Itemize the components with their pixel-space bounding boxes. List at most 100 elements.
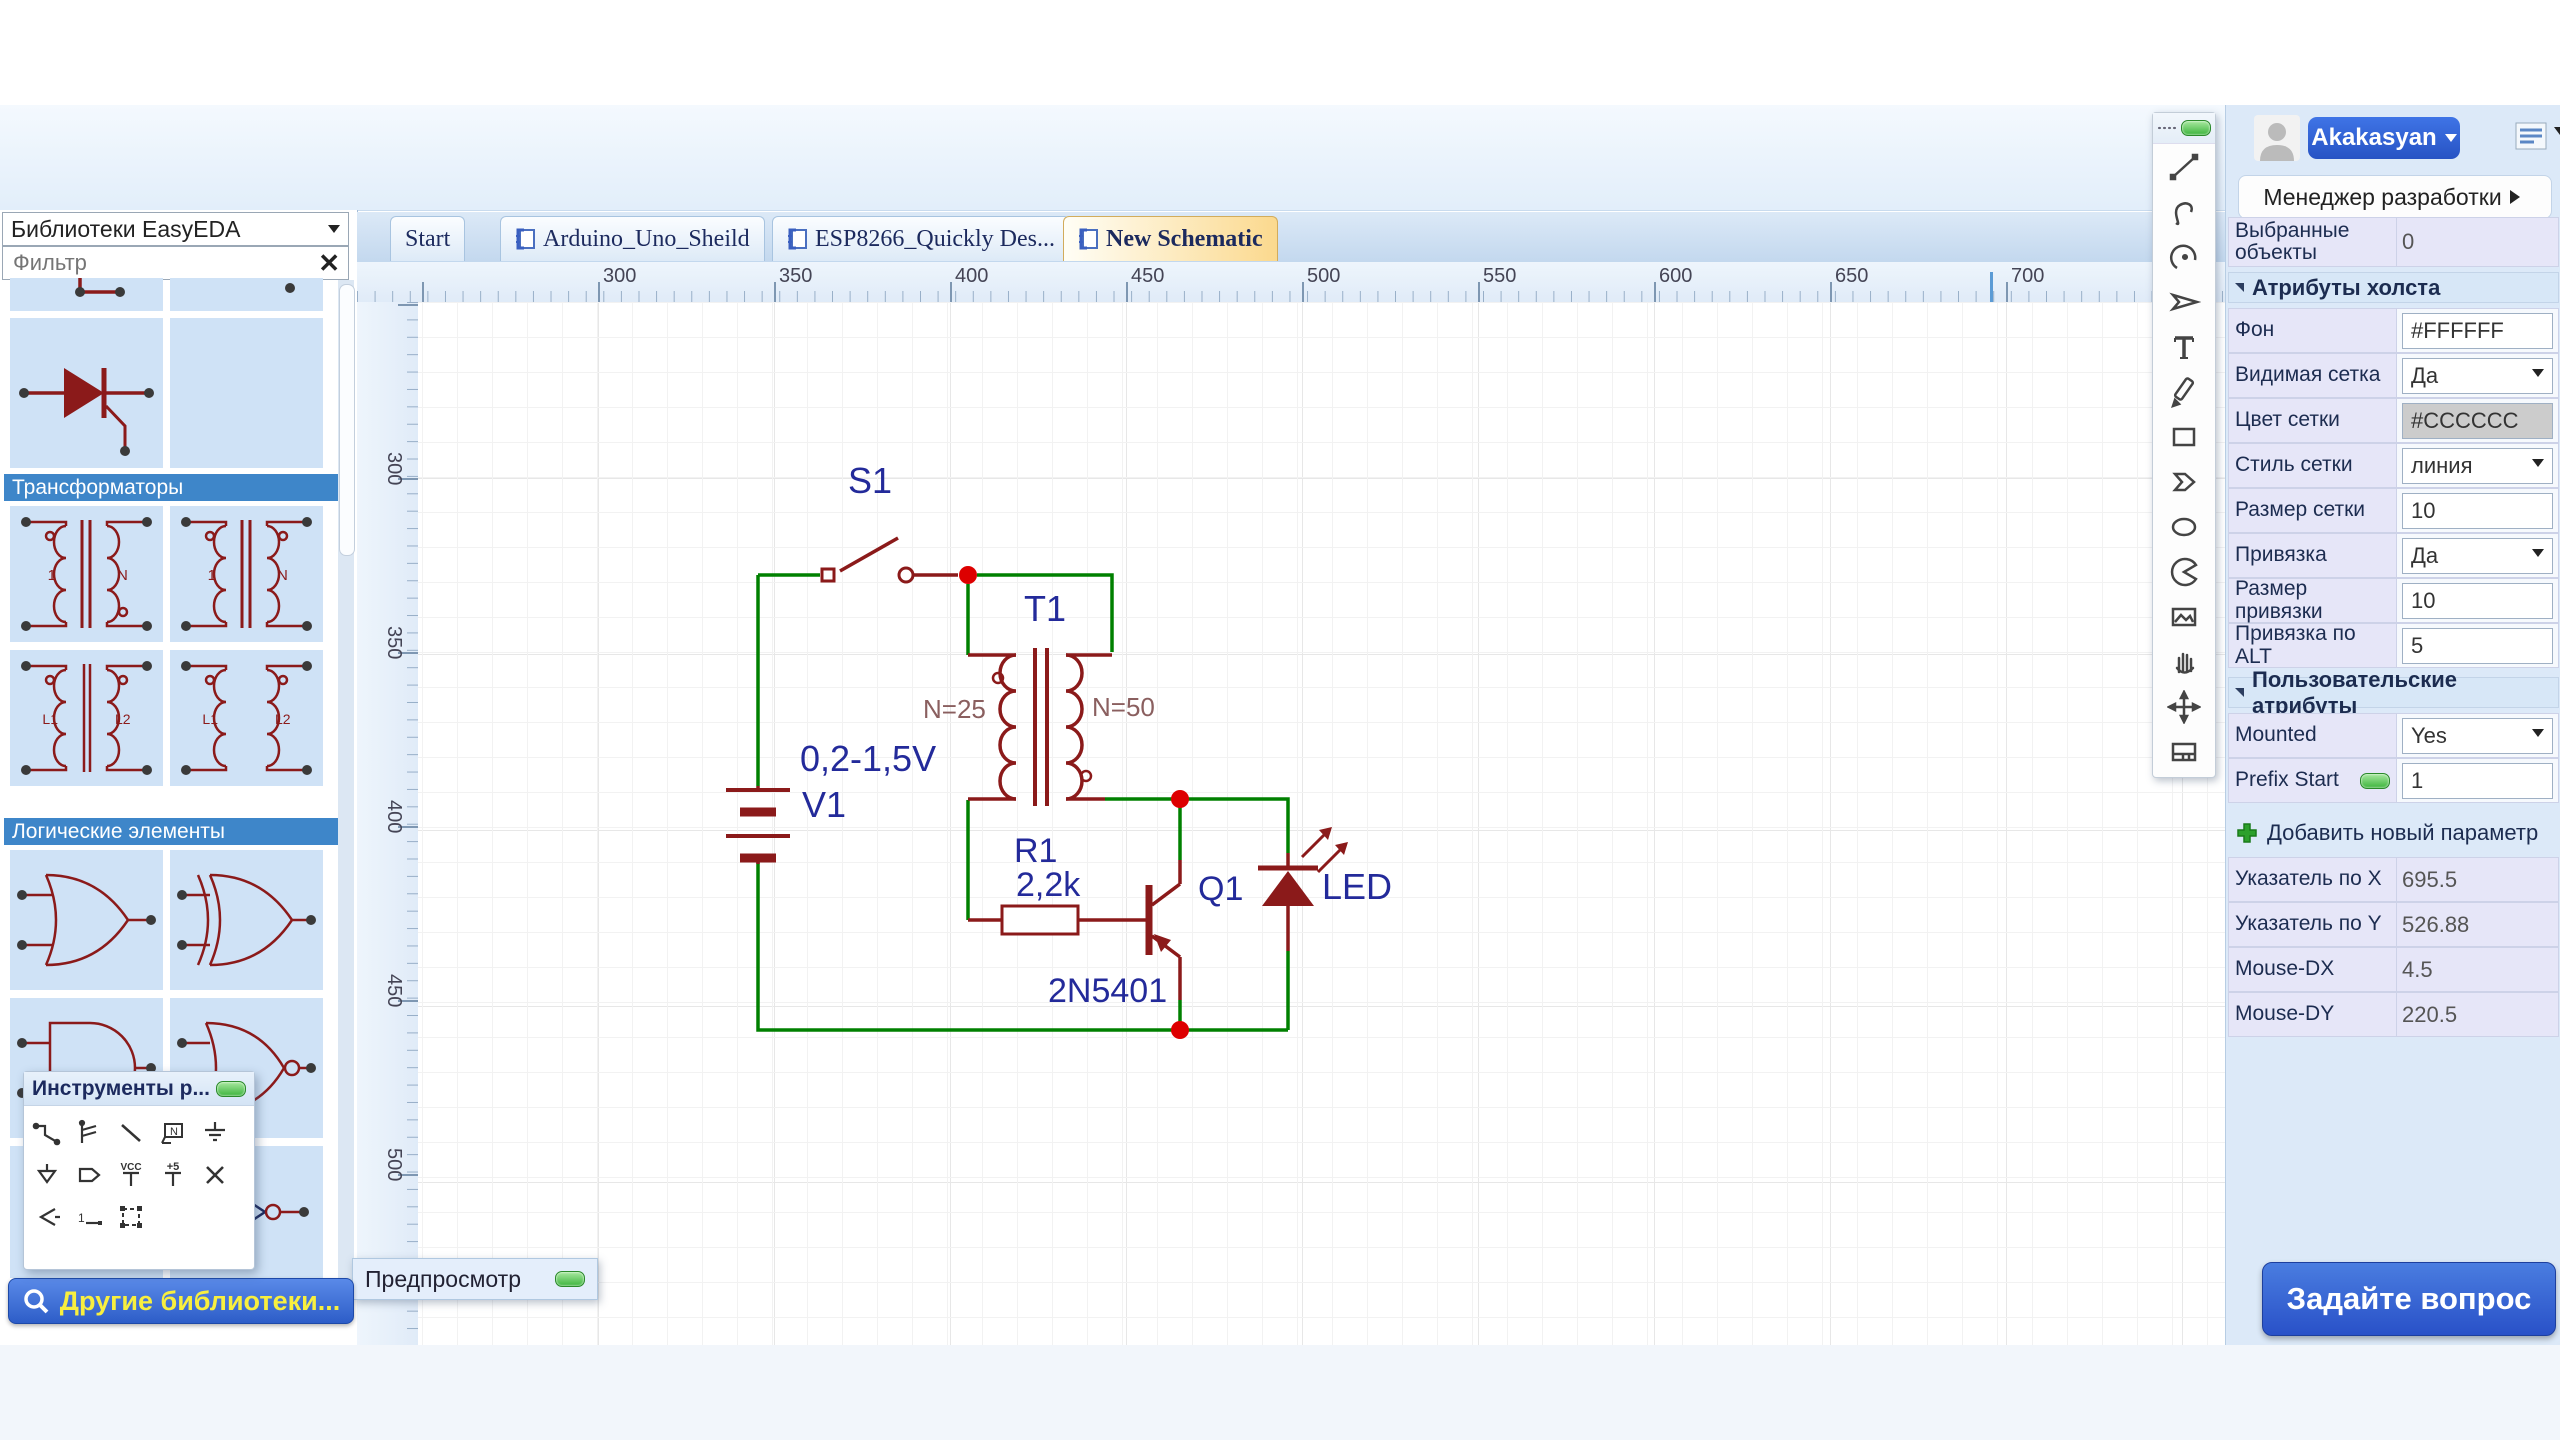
move-tool-icon[interactable] [2153,684,2215,729]
bezier-tool-icon[interactable] [2153,189,2215,234]
group-select-tool-icon[interactable] [110,1196,152,1238]
dev-manager-button[interactable]: Менеджер разработки [2238,175,2552,219]
plus5-flag-tool-icon[interactable]: +5 [152,1154,194,1196]
filter-input[interactable] [11,249,305,277]
schematic-drawing[interactable] [418,302,2225,1345]
grid-color-input[interactable]: #CCCCCC [2402,403,2553,439]
section-custom-attributes[interactable]: Пользовательские атрибуты [2228,677,2559,708]
filter-clear-icon[interactable]: ✕ [318,248,340,279]
library-item-thyristor[interactable] [10,318,163,468]
label-led[interactable]: LED [1322,866,1392,908]
prop-label: Цвет сетки [2228,398,2396,443]
sheet-settings-tool-icon[interactable] [2153,729,2215,774]
pin-tool-icon[interactable]: 1 [68,1196,110,1238]
ask-question-button[interactable]: Задайте вопрос [2262,1262,2556,1336]
vcc-flag-tool-icon[interactable]: VCC [110,1154,152,1196]
pie-tool-icon[interactable] [2153,549,2215,594]
wiring-tools-minimize-toggle[interactable] [216,1081,246,1097]
tab-esp8266[interactable]: ESP8266_Quickly Des... [772,216,1070,261]
wire-tool-icon[interactable] [2153,144,2215,189]
library-item-partial[interactable] [10,278,163,311]
snap-size-input[interactable]: 10 [2402,583,2553,619]
pan-hand-tool-icon[interactable] [2153,639,2215,684]
grid-style-select[interactable]: линия [2402,448,2553,484]
netlabel-tool-icon[interactable]: N [152,1112,194,1154]
grid-visible-select[interactable]: Да [2402,358,2553,394]
preview-panel-header[interactable]: Предпросмотр [352,1258,598,1300]
wire-tool-icon[interactable] [26,1112,68,1154]
netport-tool-icon[interactable] [26,1196,68,1238]
label-n-secondary[interactable]: N=50 [1092,692,1155,723]
arc-tool-icon[interactable] [2153,234,2215,279]
add-parameter-row[interactable]: Добавить новый параметр [2228,817,2559,848]
library-item-transformer-l1l2-alt[interactable]: L1 L2 [170,650,323,786]
image-tool-icon[interactable] [2153,594,2215,639]
label-q1[interactable]: Q1 [1198,870,1243,909]
avatar[interactable] [2254,115,2300,161]
snap-select[interactable]: Да [2402,538,2553,574]
schematic-canvas[interactable]: S1 0,2-1,5V V1 T1 N=25 N=50 R1 2,2k Q1 2… [418,302,2225,1345]
ground-triangle-tool-icon[interactable] [26,1154,68,1196]
tab-start[interactable]: Start [390,216,465,261]
vruler-label: 450 [382,974,405,1007]
minimize-toggle[interactable] [2181,120,2211,136]
library-source-select[interactable]: Библиотеки EasyEDA [2,212,349,246]
user-menu-button[interactable]: Akakasyan [2308,117,2460,159]
preview-minimize-toggle[interactable] [555,1271,585,1287]
section-logic[interactable]: Логические элементы [4,818,340,845]
alt-snap-input[interactable]: 5 [2402,628,2553,664]
library-item-transformer-1n-alt[interactable]: 1 N [170,506,323,642]
label-q1-part[interactable]: 2N5401 [1048,972,1167,1011]
label-v1[interactable]: V1 [802,784,846,826]
no-connect-tool-icon[interactable] [194,1154,236,1196]
line-tool-icon[interactable] [110,1112,152,1154]
library-item-empty[interactable] [170,318,323,468]
tab-arduino-uno-sheild[interactable]: Arduino_Uno_Sheild [500,216,765,261]
label-s1[interactable]: S1 [848,460,892,502]
more-libraries-button[interactable]: Другие библиотеки... [8,1278,354,1324]
prefix-toggle[interactable] [2360,773,2390,789]
library-item-transformer-l1l2[interactable]: L1 L2 [10,650,163,786]
mounted-select[interactable]: Yes [2402,718,2553,754]
ellipse-tool-icon[interactable] [2153,504,2215,549]
prop-label: Mouse-DY [2228,992,2396,1037]
ground-tool-icon[interactable] [194,1112,236,1154]
panel-menu-button[interactable] [2514,121,2560,151]
bg-color-input[interactable]: #FFFFFF [2402,313,2553,349]
polygon-tool-icon[interactable] [2153,459,2215,504]
section-canvas-attributes[interactable]: Атрибуты холста [2228,272,2559,303]
hruler-label: 450 [1131,265,1164,288]
prop-label: Привязка [2228,533,2396,578]
section-transformers[interactable]: Трансформаторы [4,474,340,501]
svg-text:1: 1 [78,1211,85,1225]
drawing-tools-header[interactable] [2153,113,2215,144]
bus-entry-tool-icon[interactable] [68,1112,110,1154]
label-n-primary[interactable]: N=25 [923,694,986,725]
switch-s1[interactable] [822,538,958,582]
resistor-r1[interactable] [968,906,1146,934]
vruler-label: 500 [382,1148,405,1181]
pen-tool-icon[interactable] [2153,369,2215,414]
collapse-icon [2235,688,2244,697]
tab-new-schematic[interactable]: New Schematic [1063,216,1278,261]
label-v1-value[interactable]: 0,2-1,5V [800,738,936,780]
hruler-label: 400 [955,265,988,288]
library-item-transformer-1n[interactable]: 1 N [10,506,163,642]
arrow-tool-icon[interactable] [2153,279,2215,324]
label-t1[interactable]: T1 [1024,588,1066,630]
transformer-t1[interactable] [968,648,1112,806]
label-r1-value[interactable]: 2,2k [1016,866,1080,905]
text-tool-icon[interactable] [2153,324,2215,369]
prefix-start-input[interactable]: 1 [2402,763,2553,799]
battery-v1[interactable] [726,786,790,864]
library-item-or-gate[interactable] [10,850,163,990]
library-item-partial[interactable] [170,278,323,311]
netflag-tool-icon[interactable] [68,1154,110,1196]
drag-handle-icon[interactable] [2157,126,2177,130]
library-item-xor-gate[interactable] [170,850,323,990]
wiring-tools-header[interactable]: Инструменты р... [24,1072,254,1106]
sidebar-scrollbar-thumb[interactable] [339,284,355,556]
panel-menu-caret [2554,127,2560,141]
rect-tool-icon[interactable] [2153,414,2215,459]
grid-size-input[interactable]: 10 [2402,493,2553,529]
